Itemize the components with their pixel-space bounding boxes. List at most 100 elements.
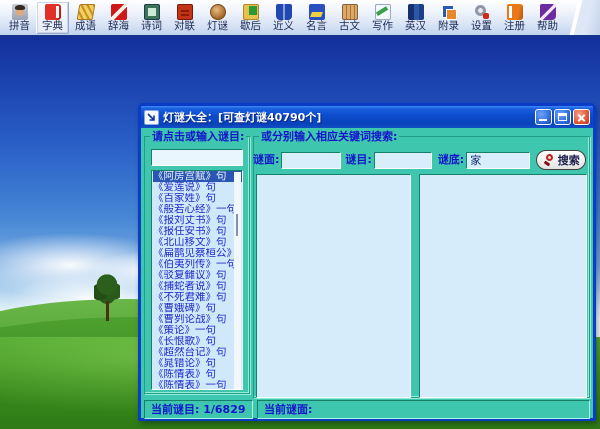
toolbar-item-label: 灯谜 (207, 21, 228, 32)
cihai-icon (111, 4, 127, 20)
magnifier-icon (543, 154, 555, 166)
category-list-item[interactable]: 《晁错论》句 (153, 358, 242, 369)
category-list-item[interactable]: 《驳复雠议》句 (153, 270, 242, 281)
toolbar-item-label: 成语 (75, 21, 96, 32)
minimize-button[interactable] (535, 109, 552, 125)
xiehouyu-icon (243, 4, 259, 20)
category-list-item[interactable]: 《曹娥碑》句 (153, 303, 242, 314)
toolbar-item-label: 附录 (438, 21, 459, 32)
lantern-riddle-dialog: 灯谜大全：[可查灯谜40790个] 请点击或输入谜目: 《阿房宫赋》句 《爱莲说… (138, 103, 596, 421)
category-list-item[interactable]: 《不死君难》句 (153, 292, 242, 303)
main-toolbar: 拼音 字典 成语 辞海 诗词 对联 灯谜 歇后 近义 名言 古文 写作 英汉 附… (0, 0, 600, 37)
category-list-item[interactable]: 《曹刿论战》句 (153, 314, 242, 325)
riddle-category-input[interactable] (374, 152, 432, 169)
dialog-titlebar[interactable]: 灯谜大全：[可查灯谜40790个] (141, 106, 593, 128)
toolbar-item-idiom[interactable]: 成语 (69, 1, 102, 34)
riddle-face-input[interactable] (281, 152, 341, 169)
toolbar-item-couplet[interactable]: 对联 (168, 1, 201, 34)
dictionary-icon (45, 4, 61, 20)
english-chinese-icon (408, 4, 424, 20)
toolbar-item-label: 古文 (339, 21, 360, 32)
scrollbar-thumb[interactable] (236, 214, 238, 236)
dialog-client-area: 请点击或输入谜目: 《阿房宫赋》句 《爱莲说》句 《百家姓》句 《般若心经》一句… (141, 128, 593, 418)
category-list[interactable]: 《阿房宫赋》句 《爱莲说》句 《百家姓》句 《般若心经》一句 《报刘丈书》句 《… (151, 170, 243, 390)
toolbar-item-quotation[interactable]: 名言 (300, 1, 333, 34)
toolbar-item-label: 歇后 (240, 21, 261, 32)
toolbar-item-label: 辞海 (108, 21, 129, 32)
dialog-title: 灯谜大全：[可查灯谜40790个] (163, 109, 531, 125)
toolbar-item-writing[interactable]: 写作 (366, 1, 399, 34)
toolbar-item-label: 近义 (273, 21, 294, 32)
keyword-search-group-label: 或分别输入相应关键词搜索: (259, 130, 399, 143)
category-list-item[interactable]: 《伯夷列传》一句 (153, 259, 242, 270)
riddle-category-label: 谜目: (345, 151, 371, 169)
toolbar-item-appendix[interactable]: 附录 (432, 1, 465, 34)
toolbar-item-english-chinese[interactable]: 英汉 (399, 1, 432, 34)
diagonal-arrow-icon (144, 110, 159, 125)
category-list-item[interactable]: 《长恨歌》句 (153, 336, 242, 347)
quotation-icon (309, 4, 325, 20)
appendix-icon (441, 4, 457, 20)
category-status: 当前谜目: 1/6829 (144, 400, 253, 419)
maximize-button[interactable] (554, 109, 571, 125)
toolbar-item-settings[interactable]: 设置 (465, 1, 498, 34)
toolbar-item-label: 字典 (42, 21, 63, 32)
toolbar-item-xiehouyu[interactable]: 歇后 (234, 1, 267, 34)
toolbar-item-dictionary[interactable]: 字典 (36, 1, 69, 34)
toolbar-item-pinyin[interactable]: 拼音 (3, 1, 36, 34)
toolbar-item-label: 设置 (471, 21, 492, 32)
category-list-item[interactable]: 《扁鹊见蔡桓公》 (153, 248, 242, 259)
toolbar-item-synonym[interactable]: 近义 (267, 1, 300, 34)
category-list-item[interactable]: 《陈情表》句 (153, 369, 242, 380)
toolbar-item-label: 诗词 (141, 21, 162, 32)
close-button[interactable] (573, 109, 590, 125)
riddle-answer-label: 谜底: (438, 151, 464, 169)
toolbar-item-label: 英汉 (405, 21, 426, 32)
riddle-answer-input[interactable] (466, 152, 530, 169)
toolbar-item-label: 对联 (174, 21, 195, 32)
toolbar-item-lantern-riddle[interactable]: 灯谜 (201, 1, 234, 34)
category-list-item[interactable]: 《陈情表》一句 (153, 380, 242, 390)
toolbar-end-decoration (554, 0, 600, 35)
result-list-left[interactable] (256, 174, 411, 398)
riddle-face-label: 谜面: (253, 151, 279, 169)
synonym-icon (276, 4, 292, 20)
category-list-item[interactable]: 《捕蛇者说》句 (153, 281, 242, 292)
category-list-item[interactable]: 《北山移文》句 (153, 237, 242, 248)
poetry-icon (144, 4, 160, 20)
toolbar-item-label: 注册 (504, 21, 525, 32)
category-list-item[interactable]: 《超然台记》句 (153, 347, 242, 358)
app-screen: 拼音 字典 成语 辞海 诗词 对联 灯谜 歇后 近义 名言 古文 写作 英汉 附… (0, 0, 600, 429)
category-list-item[interactable]: 《策论》一句 (153, 325, 242, 336)
toolbar-item-cihai[interactable]: 辞海 (102, 1, 135, 34)
category-list-item[interactable]: 《爱莲说》句 (153, 182, 242, 193)
category-list-item[interactable]: 《报刘丈书》句 (153, 215, 242, 226)
writing-icon (375, 4, 391, 20)
classical-text-icon (342, 4, 358, 20)
result-list-right[interactable] (419, 174, 587, 398)
pinyin-icon (12, 4, 28, 20)
category-list-scrollbar[interactable] (234, 172, 241, 390)
category-input[interactable] (151, 149, 243, 166)
lantern-riddle-icon (210, 4, 226, 20)
toolbar-item-classical-text[interactable]: 古文 (333, 1, 366, 34)
category-list-item[interactable]: 《百家姓》句 (153, 193, 242, 204)
current-riddle-face-status: 当前谜面: (257, 400, 590, 419)
category-list-item[interactable]: 《报任安书》句 (153, 226, 242, 237)
tree (94, 271, 120, 321)
toolbar-item-label: 名言 (306, 21, 327, 32)
toolbar-item-poetry[interactable]: 诗词 (135, 1, 168, 34)
register-icon (507, 4, 523, 20)
toolbar-item-label: 拼音 (9, 21, 30, 32)
toolbar-item-register[interactable]: 注册 (498, 1, 531, 34)
keyword-search-row: 谜面: 谜目: 谜底: 搜索 (253, 150, 590, 170)
couplet-icon (177, 4, 193, 20)
toolbar-item-label: 写作 (372, 21, 393, 32)
search-button[interactable]: 搜索 (536, 150, 586, 170)
idiom-icon (76, 4, 95, 20)
category-list-item[interactable]: 《般若心经》一句 (153, 204, 242, 215)
category-group-label: 请点击或输入谜目: (150, 130, 246, 143)
category-list-item[interactable]: 《阿房宫赋》句 (153, 171, 242, 182)
settings-icon (474, 4, 490, 20)
search-button-label: 搜索 (558, 152, 580, 168)
